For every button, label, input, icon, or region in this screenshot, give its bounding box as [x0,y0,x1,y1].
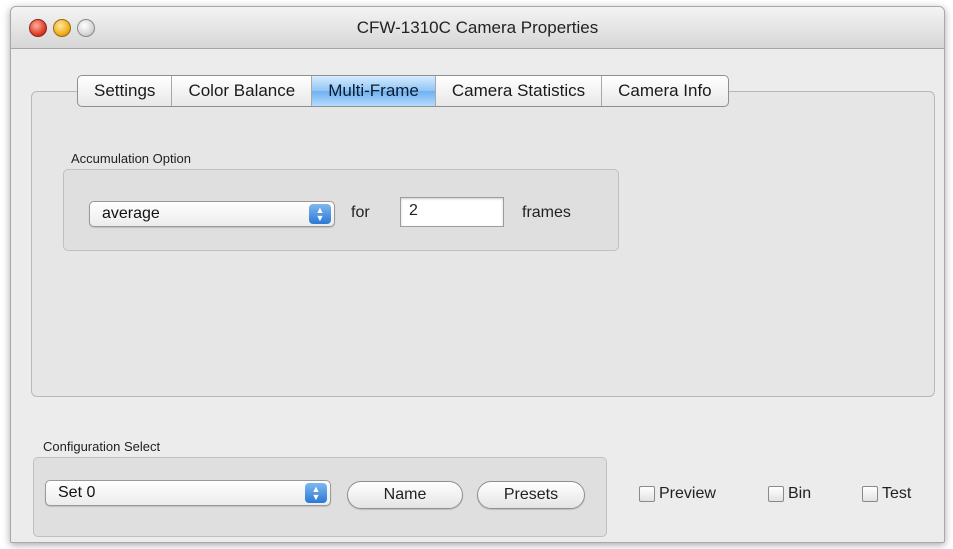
bin-checkbox-row[interactable]: Bin [768,485,811,503]
updown-arrows-icon: ▲ ▼ [305,483,327,503]
tab-camera-info[interactable]: Camera Info [602,76,728,106]
frames-count-input[interactable]: 2 [400,197,504,227]
preview-checkbox-row[interactable]: Preview [639,485,716,503]
camera-properties-window: CFW-1310C Camera Properties Settings Col… [10,6,945,543]
tab-camera-statistics[interactable]: Camera Statistics [436,76,603,106]
window-title: CFW-1310C Camera Properties [356,18,599,37]
test-checkbox-label: Test [882,485,912,502]
title-bar[interactable]: CFW-1310C Camera Properties [11,7,944,49]
tab-settings[interactable]: Settings [78,76,173,106]
tab-multi-frame[interactable]: Multi-Frame [312,76,436,106]
tab-color-balance[interactable]: Color Balance [172,76,313,106]
accumulation-mode-value: average [102,205,160,222]
updown-arrows-icon: ▲ ▼ [309,204,331,224]
tab-bar: Settings Color Balance Multi-Frame Camer… [77,75,729,107]
preview-checkbox-label: Preview [659,485,716,502]
bin-checkbox-label: Bin [788,485,812,502]
configuration-set-value: Set 0 [58,484,96,501]
configuration-select-label: Configuration Select [43,439,161,454]
preview-checkbox[interactable] [639,486,655,502]
configuration-set-select[interactable]: Set 0 ▲ ▼ [45,480,331,506]
presets-button[interactable]: Presets [477,481,585,509]
accumulation-option-label: Accumulation Option [71,151,191,166]
test-checkbox-row[interactable]: Test [862,485,911,503]
name-button[interactable]: Name [347,481,463,509]
accumulation-mode-select[interactable]: average ▲ ▼ [89,201,335,227]
frames-label: frames [522,204,571,221]
test-checkbox[interactable] [862,486,878,502]
bin-checkbox[interactable] [768,486,784,502]
for-label: for [351,204,370,221]
